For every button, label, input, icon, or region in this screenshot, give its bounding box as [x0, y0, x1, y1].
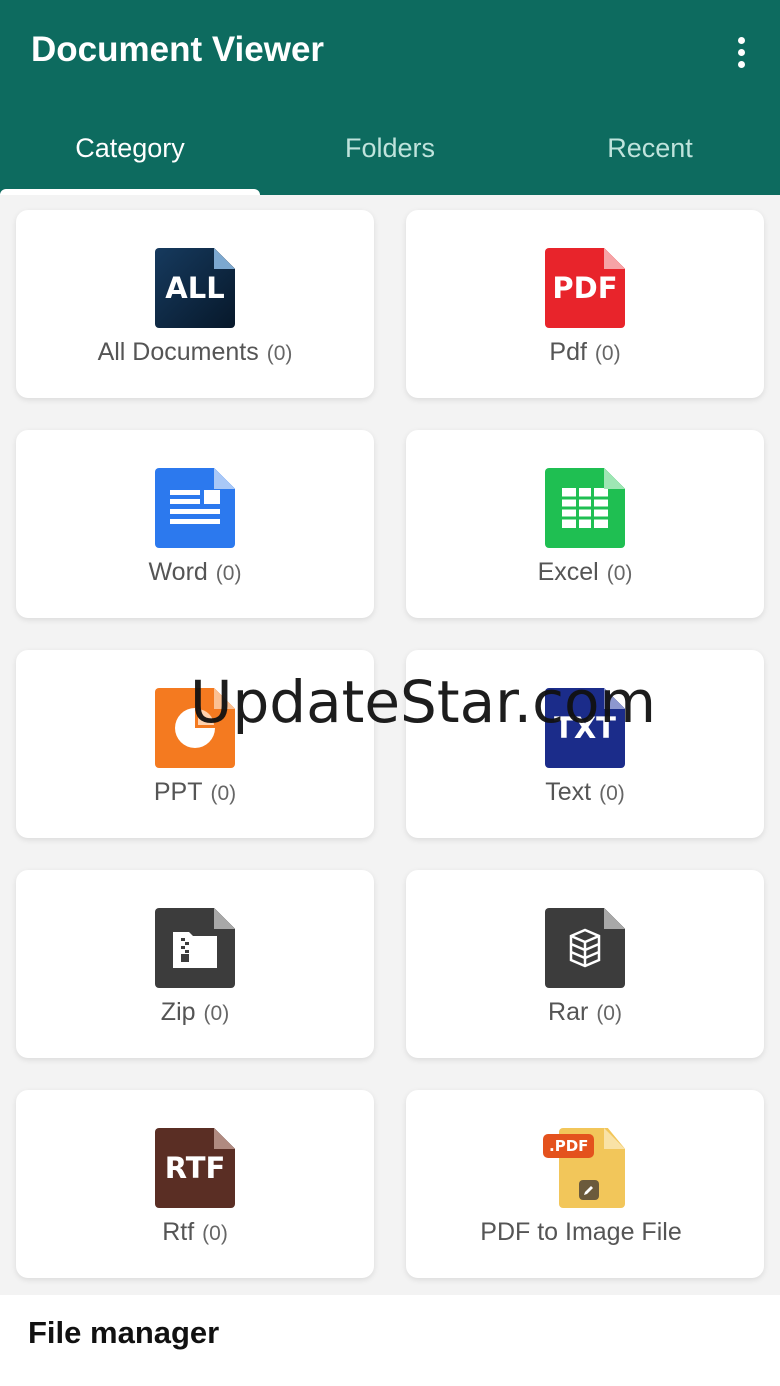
category-card-zip[interactable]: Zip (0): [16, 870, 374, 1058]
category-label: Rtf (0): [162, 1218, 228, 1247]
category-card-word[interactable]: Word (0): [16, 430, 374, 618]
text-icon: TXT: [545, 688, 625, 768]
app-title: Document Viewer: [31, 30, 325, 69]
category-count: (0): [596, 1002, 622, 1025]
more-vert-icon[interactable]: [728, 30, 754, 74]
word-lines-icon: [170, 490, 220, 524]
category-name: Zip: [160, 998, 196, 1026]
category-label: Rar (0): [548, 998, 622, 1027]
category-label: Word (0): [149, 558, 242, 587]
category-label: Text (0): [545, 778, 625, 807]
rar-archive-icon: [569, 928, 601, 968]
category-count: (0): [210, 782, 237, 805]
pdf-icon: PDF: [545, 248, 625, 328]
doc-fold: [604, 1128, 625, 1149]
category-label: Excel (0): [538, 558, 633, 587]
zip-icon: [155, 908, 235, 988]
category-count: (0): [594, 342, 621, 365]
ppt-icon: [155, 688, 235, 768]
doc-fold: [604, 688, 625, 709]
category-name: PPT: [153, 778, 203, 806]
category-label: PPT (0): [154, 778, 236, 807]
word-icon: [155, 468, 235, 548]
tab-bar: Category Folders Recent: [0, 118, 780, 195]
category-count: (0): [215, 562, 242, 585]
category-name: Text: [545, 778, 592, 806]
rtf-icon: RTF: [155, 1128, 235, 1208]
edit-icon: [579, 1180, 599, 1200]
pdf-tag: .PDF: [543, 1134, 595, 1158]
category-count: (0): [202, 1222, 228, 1245]
category-name: Excel: [537, 558, 599, 586]
category-name: Rar: [548, 998, 589, 1026]
category-name: PDF to Image File: [480, 1218, 682, 1246]
file-manager-title: File manager: [28, 1315, 220, 1350]
category-label: PDF to Image File: [480, 1218, 689, 1247]
category-label: Zip (0): [161, 998, 229, 1027]
category-name: Pdf: [549, 338, 587, 366]
tab-recent[interactable]: Recent: [520, 118, 780, 195]
pie-chart-icon: [175, 708, 215, 748]
app-bar: Document Viewer Category Folders Recent: [0, 0, 780, 195]
icon-text: ALL: [165, 271, 225, 305]
category-card-pdf[interactable]: PDF Pdf (0): [406, 210, 764, 398]
category-card-all-documents[interactable]: ALL All Documents (0): [16, 210, 374, 398]
category-card-pdf-to-image[interactable]: .PDF PDF to Image File: [406, 1090, 764, 1278]
category-card-excel[interactable]: Excel (0): [406, 430, 764, 618]
excel-icon: [545, 468, 625, 548]
category-name: Word: [148, 558, 208, 586]
doc-fold: [214, 468, 235, 489]
category-count: (0): [203, 1002, 230, 1025]
category-label: Pdf (0): [549, 338, 620, 367]
category-name: All Documents: [97, 338, 259, 366]
category-count: (0): [606, 562, 633, 585]
rar-icon: [545, 908, 625, 988]
spreadsheet-grid-icon: [562, 488, 608, 528]
icon-text: PDF: [552, 271, 618, 305]
doc-fold: [604, 908, 625, 929]
category-grid: ALL All Documents (0) PDF Pdf (0) Word (…: [0, 195, 780, 1295]
category-count: (0): [599, 782, 625, 805]
zip-folder-icon: [173, 932, 217, 968]
category-name: Rtf: [162, 1218, 195, 1246]
doc-fold: [214, 248, 235, 269]
category-card-ppt[interactable]: PPT (0): [16, 650, 374, 838]
category-card-rtf[interactable]: RTF Rtf (0): [16, 1090, 374, 1278]
all-documents-icon: ALL: [155, 248, 235, 328]
tab-category[interactable]: Category: [0, 118, 260, 195]
category-card-rar[interactable]: Rar (0): [406, 870, 764, 1058]
tab-folders[interactable]: Folders: [260, 118, 520, 195]
category-card-text[interactable]: TXT Text (0): [406, 650, 764, 838]
category-count: (0): [266, 342, 293, 365]
icon-text: RTF: [164, 1151, 226, 1185]
icon-text: TXT: [554, 711, 616, 745]
file-manager-section: File manager: [0, 1295, 780, 1386]
category-label: All Documents (0): [98, 338, 293, 367]
pdf-to-image-icon: .PDF: [543, 1128, 625, 1208]
